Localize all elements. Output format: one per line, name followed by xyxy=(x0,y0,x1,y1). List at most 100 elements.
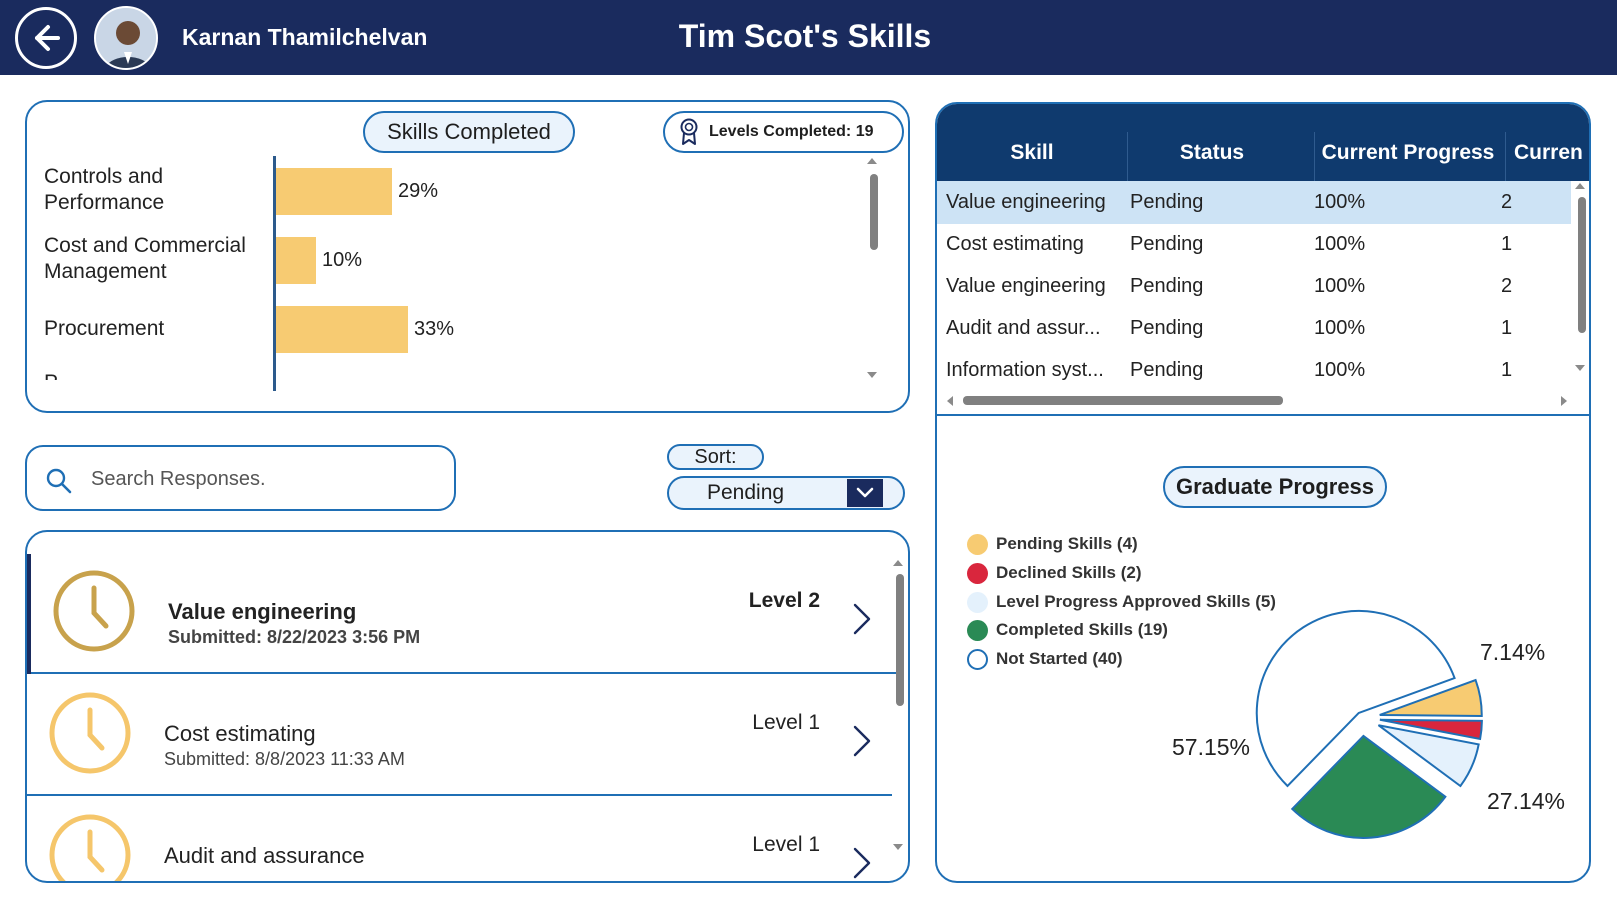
responses-scrollbar[interactable] xyxy=(893,560,905,852)
response-level: Level 1 xyxy=(752,833,820,856)
skills-completed-title: Skills Completed xyxy=(363,111,575,153)
avatar xyxy=(94,6,158,70)
scroll-thumb[interactable] xyxy=(896,574,904,706)
scroll-right-arrow-icon[interactable] xyxy=(1561,396,1567,406)
list-item[interactable]: Cost estimating Submitted: 8/8/2023 11:3… xyxy=(27,676,892,796)
app-header: Karnan Thamilchelvan Tim Scot's Skills xyxy=(0,0,1617,75)
back-button[interactable] xyxy=(15,7,77,69)
pie-slice xyxy=(1379,678,1483,717)
table-row[interactable]: Information syst... Pending 100% 1 xyxy=(937,349,1571,392)
table-cell: 1 xyxy=(1501,233,1513,255)
bar-category-label: Procurement xyxy=(44,317,165,340)
scroll-thumb[interactable] xyxy=(1578,197,1586,333)
chevron-right-icon[interactable] xyxy=(852,602,872,636)
table-cell: 2 xyxy=(1501,191,1513,213)
table-cell: 100% xyxy=(1314,359,1366,381)
levels-completed-badge: Levels Completed: 19 xyxy=(663,111,904,153)
response-level: Level 2 xyxy=(748,589,820,612)
table-row[interactable]: Audit and assur... Pending 100% 1 xyxy=(937,307,1571,350)
table-row[interactable]: Value engineering Pending 100% 2 xyxy=(937,181,1571,224)
legend-swatch xyxy=(967,620,988,641)
column-header-current-progress[interactable]: Current Progress xyxy=(1317,141,1499,165)
column-header-current[interactable]: Curren xyxy=(1514,141,1589,165)
pie-label-57-15: 57.15% xyxy=(1172,734,1251,760)
search-box xyxy=(25,445,456,511)
table-row[interactable]: Value engineering Pending 100% 2 xyxy=(937,265,1571,308)
table-cell: Information syst... xyxy=(946,359,1104,381)
column-header-status[interactable]: Status xyxy=(1147,141,1277,165)
column-header-skill[interactable]: Skill xyxy=(967,141,1097,165)
response-submitted-date: Submitted: 8/22/2023 3:56 PM xyxy=(168,627,421,647)
bar-category-label: Cost and Commercial Management xyxy=(44,234,246,283)
scroll-up-arrow-icon[interactable] xyxy=(867,158,877,164)
scroll-left-arrow-icon[interactable] xyxy=(947,396,953,406)
user-name: Karnan Thamilchelvan xyxy=(182,24,428,50)
list-item[interactable]: Value engineering Submitted: 8/22/2023 3… xyxy=(27,554,896,674)
bar xyxy=(276,237,316,284)
bar-category-label: Controls and Performance xyxy=(44,165,165,214)
list-item[interactable]: Audit and assurance Level 1 xyxy=(27,798,892,881)
column-separator xyxy=(1505,132,1506,181)
award-icon xyxy=(680,118,698,145)
response-skill-name: Audit and assurance xyxy=(164,843,365,868)
sort-dropdown[interactable]: Pending xyxy=(667,476,905,510)
bar-value-label: 33% xyxy=(414,318,455,340)
chevron-right-icon[interactable] xyxy=(852,724,872,758)
responses-list: Value engineering Submitted: 8/22/2023 3… xyxy=(25,530,910,883)
pie-slice xyxy=(1377,724,1480,788)
skills-table-panel: Skill Status Current Progress Curren Val… xyxy=(935,102,1591,883)
bar-value-label: 29% xyxy=(398,180,439,202)
table-cell: Cost estimating xyxy=(946,233,1084,255)
pie-slice xyxy=(1379,718,1483,741)
page-title: Tim Scot's Skills xyxy=(678,18,932,54)
user-icon xyxy=(96,8,156,68)
table-cell: Audit and assur... xyxy=(946,317,1101,339)
scroll-down-arrow-icon[interactable] xyxy=(893,844,903,850)
table-vertical-scrollbar[interactable] xyxy=(1575,181,1587,376)
column-separator xyxy=(1314,132,1315,181)
table-row[interactable]: Cost estimating Pending 100% 1 xyxy=(937,223,1571,266)
table-cell: 100% xyxy=(1314,233,1366,255)
legend-swatch xyxy=(967,649,988,670)
column-separator xyxy=(1127,132,1128,181)
table-cell: 2 xyxy=(1501,275,1513,297)
levels-completed-value: 19 xyxy=(855,123,874,140)
skills-chart-scrollbar[interactable] xyxy=(867,158,879,380)
table-cell: Pending xyxy=(1130,191,1204,213)
table-bottom-border xyxy=(937,414,1589,416)
scroll-down-arrow-icon[interactable] xyxy=(1575,365,1585,371)
clipped-category-label: P xyxy=(44,370,64,380)
pie-slice xyxy=(1255,609,1456,788)
table-cell: Pending xyxy=(1130,359,1204,381)
chevron-right-icon[interactable] xyxy=(852,846,872,880)
table-cell: 1 xyxy=(1501,359,1513,381)
clock-icon xyxy=(49,692,131,774)
clock-icon xyxy=(49,814,131,881)
pie-label-27-14: 27.14% xyxy=(1487,788,1566,814)
table-cell: 1 xyxy=(1501,317,1513,339)
table-cell: 100% xyxy=(1314,191,1366,213)
search-icon xyxy=(46,468,72,494)
levels-completed-label: Levels Completed: xyxy=(709,123,852,140)
table-cell: Pending xyxy=(1130,275,1204,297)
response-skill-name: Value engineering xyxy=(168,599,357,624)
scroll-up-arrow-icon[interactable] xyxy=(893,560,903,566)
legend-swatch xyxy=(967,592,988,613)
table-cell: 100% xyxy=(1314,275,1366,297)
search-input[interactable] xyxy=(91,459,431,499)
pie-slice xyxy=(1290,734,1447,839)
graduate-progress-title: Graduate Progress xyxy=(1163,466,1387,508)
list-divider xyxy=(31,672,896,674)
table-horizontal-scrollbar[interactable] xyxy=(963,396,1283,405)
bar xyxy=(276,168,392,215)
pie-label-7-14: 7.14% xyxy=(1480,639,1546,665)
scroll-thumb[interactable] xyxy=(870,174,878,250)
scroll-up-arrow-icon[interactable] xyxy=(1575,183,1585,189)
sort-selected-value: Pending xyxy=(707,481,785,504)
sort-label: Sort: xyxy=(667,444,764,470)
response-skill-name: Cost estimating xyxy=(164,721,316,746)
response-level: Level 1 xyxy=(752,711,820,734)
dropdown-toggle-button[interactable] xyxy=(847,479,883,507)
scroll-down-arrow-icon[interactable] xyxy=(867,372,877,378)
skills-completed-panel: Skills Completed Levels Completed: 19 Co… xyxy=(25,100,910,413)
